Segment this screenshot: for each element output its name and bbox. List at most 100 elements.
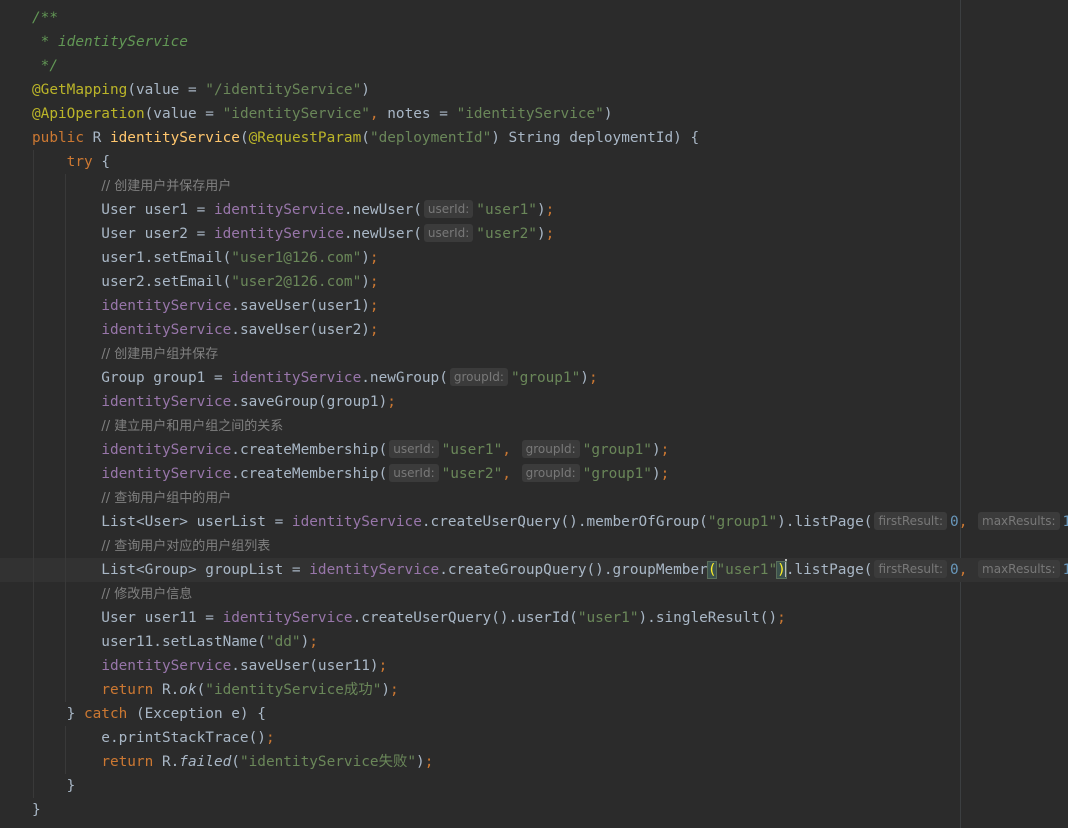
code-line[interactable]: } catch (Exception e) { bbox=[0, 702, 1068, 726]
code-line[interactable]: List<User> userList = identityService.cr… bbox=[0, 510, 1068, 534]
code-token: ) bbox=[651, 466, 661, 482]
code-token: "/identityService" bbox=[205, 82, 362, 98]
parameter-hint: userId: bbox=[389, 440, 439, 458]
code-text: } bbox=[32, 774, 76, 798]
code-token: .createUserQuery().userId( bbox=[352, 610, 578, 626]
code-token: User user11 = bbox=[32, 610, 223, 626]
code-token: identityService bbox=[101, 394, 232, 410]
code-token: } bbox=[32, 778, 76, 794]
code-token: ok bbox=[179, 682, 197, 698]
code-token: } bbox=[32, 802, 41, 818]
code-token: ) bbox=[651, 442, 661, 458]
code-line[interactable]: identityService.createMembership(userId:… bbox=[0, 438, 1068, 462]
code-text: // 修改用户信息 bbox=[32, 582, 192, 606]
code-line[interactable]: User user11 = identityService.createUser… bbox=[0, 606, 1068, 630]
code-text: return R.ok("identityService成功"); bbox=[32, 678, 399, 702]
code-line[interactable]: try { bbox=[0, 150, 1068, 174]
code-line[interactable]: identityService.saveUser(user1); bbox=[0, 294, 1068, 318]
code-token: ; bbox=[390, 682, 399, 698]
code-token: identityService bbox=[291, 514, 422, 530]
code-token: , bbox=[502, 466, 520, 482]
code-token: user2.setEmail( bbox=[32, 274, 232, 290]
code-line[interactable]: User user2 = identityService.newUser(use… bbox=[0, 222, 1068, 246]
code-line[interactable]: /** bbox=[0, 6, 1068, 30]
code-line[interactable]: } bbox=[0, 798, 1068, 822]
code-token: 100 bbox=[1062, 562, 1068, 578]
code-text: identityService.createMembership(userId:… bbox=[32, 438, 669, 462]
code-token: .createMembership( bbox=[231, 466, 388, 482]
code-token: "identityService" bbox=[222, 106, 370, 122]
code-text: identityService.saveGroup(group1); bbox=[32, 390, 396, 414]
code-line[interactable]: */ bbox=[0, 54, 1068, 78]
code-line-current[interactable]: List<Group> groupList = identityService.… bbox=[0, 558, 1068, 582]
code-line[interactable]: // 创建用户并保存用户 bbox=[0, 174, 1068, 198]
code-token: ; bbox=[369, 274, 379, 290]
code-text: user2.setEmail("user2@126.com"); bbox=[32, 270, 379, 294]
code-text: User user2 = identityService.newUser(use… bbox=[32, 222, 554, 246]
code-line[interactable]: @ApiOperation(value = "identityService",… bbox=[0, 102, 1068, 126]
code-token: @ApiOperation bbox=[32, 106, 145, 122]
code-line[interactable]: user11.setLastName("dd"); bbox=[0, 630, 1068, 654]
code-line[interactable]: return R.failed("identityService失败"); bbox=[0, 750, 1068, 774]
code-token: "dd" bbox=[265, 634, 301, 650]
code-line[interactable]: // 查询用户对应的用户组列表 bbox=[0, 534, 1068, 558]
code-token: identityService bbox=[231, 370, 362, 386]
code-token: return bbox=[101, 754, 162, 770]
code-text: // 建立用户和用户组之间的关系 bbox=[32, 414, 283, 438]
code-text: identityService.saveUser(user1); bbox=[32, 294, 378, 318]
code-text: // 查询用户对应的用户组列表 bbox=[32, 534, 270, 558]
code-text: identityService.saveUser(user2); bbox=[32, 318, 378, 342]
code-token: ) bbox=[416, 754, 425, 770]
code-line[interactable]: identityService.saveUser(user11); bbox=[0, 654, 1068, 678]
code-token: @RequestParam bbox=[248, 130, 362, 146]
code-token: failed bbox=[179, 754, 232, 770]
code-text: */ bbox=[32, 54, 58, 78]
code-line[interactable]: user1.setEmail("user1@126.com"); bbox=[0, 246, 1068, 270]
code-line[interactable]: User user1 = identityService.newUser(use… bbox=[0, 198, 1068, 222]
code-token: .createUserQuery().memberOfGroup( bbox=[421, 514, 708, 530]
code-line[interactable]: identityService.createMembership(userId:… bbox=[0, 462, 1068, 486]
code-token: , bbox=[958, 562, 977, 578]
code-line[interactable]: identityService.saveGroup(group1); bbox=[0, 390, 1068, 414]
parameter-hint: groupId: bbox=[449, 368, 508, 386]
code-text: * identityService bbox=[32, 30, 188, 54]
code-text: try { bbox=[32, 150, 110, 174]
code-token: ; bbox=[777, 610, 786, 626]
code-editor[interactable]: /** * identityService */@GetMapping(valu… bbox=[0, 0, 1068, 828]
code-line[interactable]: // 修改用户信息 bbox=[0, 582, 1068, 606]
code-line[interactable]: Group group1 = identityService.newGroup(… bbox=[0, 366, 1068, 390]
code-line[interactable]: user2.setEmail("user2@126.com"); bbox=[0, 270, 1068, 294]
code-text: public R identityService(@RequestParam("… bbox=[32, 126, 699, 150]
code-line[interactable]: return R.ok("identityService成功"); bbox=[0, 678, 1068, 702]
code-line[interactable]: public R identityService(@RequestParam("… bbox=[0, 126, 1068, 150]
code-line[interactable]: identityService.saveUser(user2); bbox=[0, 318, 1068, 342]
code-token: ; bbox=[588, 370, 598, 386]
code-token: ) bbox=[603, 106, 613, 122]
code-token: ( bbox=[361, 130, 370, 146]
code-token: identityService bbox=[213, 202, 344, 218]
code-line[interactable]: @GetMapping(value = "/identityService") bbox=[0, 78, 1068, 102]
code-line[interactable]: // 建立用户和用户组之间的关系 bbox=[0, 414, 1068, 438]
code-token: { bbox=[101, 154, 110, 170]
code-token: .listPage( bbox=[785, 562, 873, 578]
code-line[interactable]: * identityService bbox=[0, 30, 1068, 54]
code-line[interactable]: // 创建用户组并保存 bbox=[0, 342, 1068, 366]
code-token: (value = bbox=[144, 106, 223, 122]
code-line[interactable]: // 查询用户组中的用户 bbox=[0, 486, 1068, 510]
code-token: identityService bbox=[101, 298, 232, 314]
code-token: // 创建用户并保存用户 bbox=[101, 179, 232, 194]
code-text: List<Group> groupList = identityService.… bbox=[32, 558, 1068, 582]
code-token: user1.setEmail( bbox=[32, 250, 232, 266]
code-token: e.printStackTrace() bbox=[32, 730, 266, 746]
code-token: "user1" bbox=[577, 610, 639, 626]
code-token: .saveUser(user1) bbox=[231, 298, 370, 314]
code-line[interactable]: } bbox=[0, 774, 1068, 798]
code-line[interactable]: e.printStackTrace(); bbox=[0, 726, 1068, 750]
